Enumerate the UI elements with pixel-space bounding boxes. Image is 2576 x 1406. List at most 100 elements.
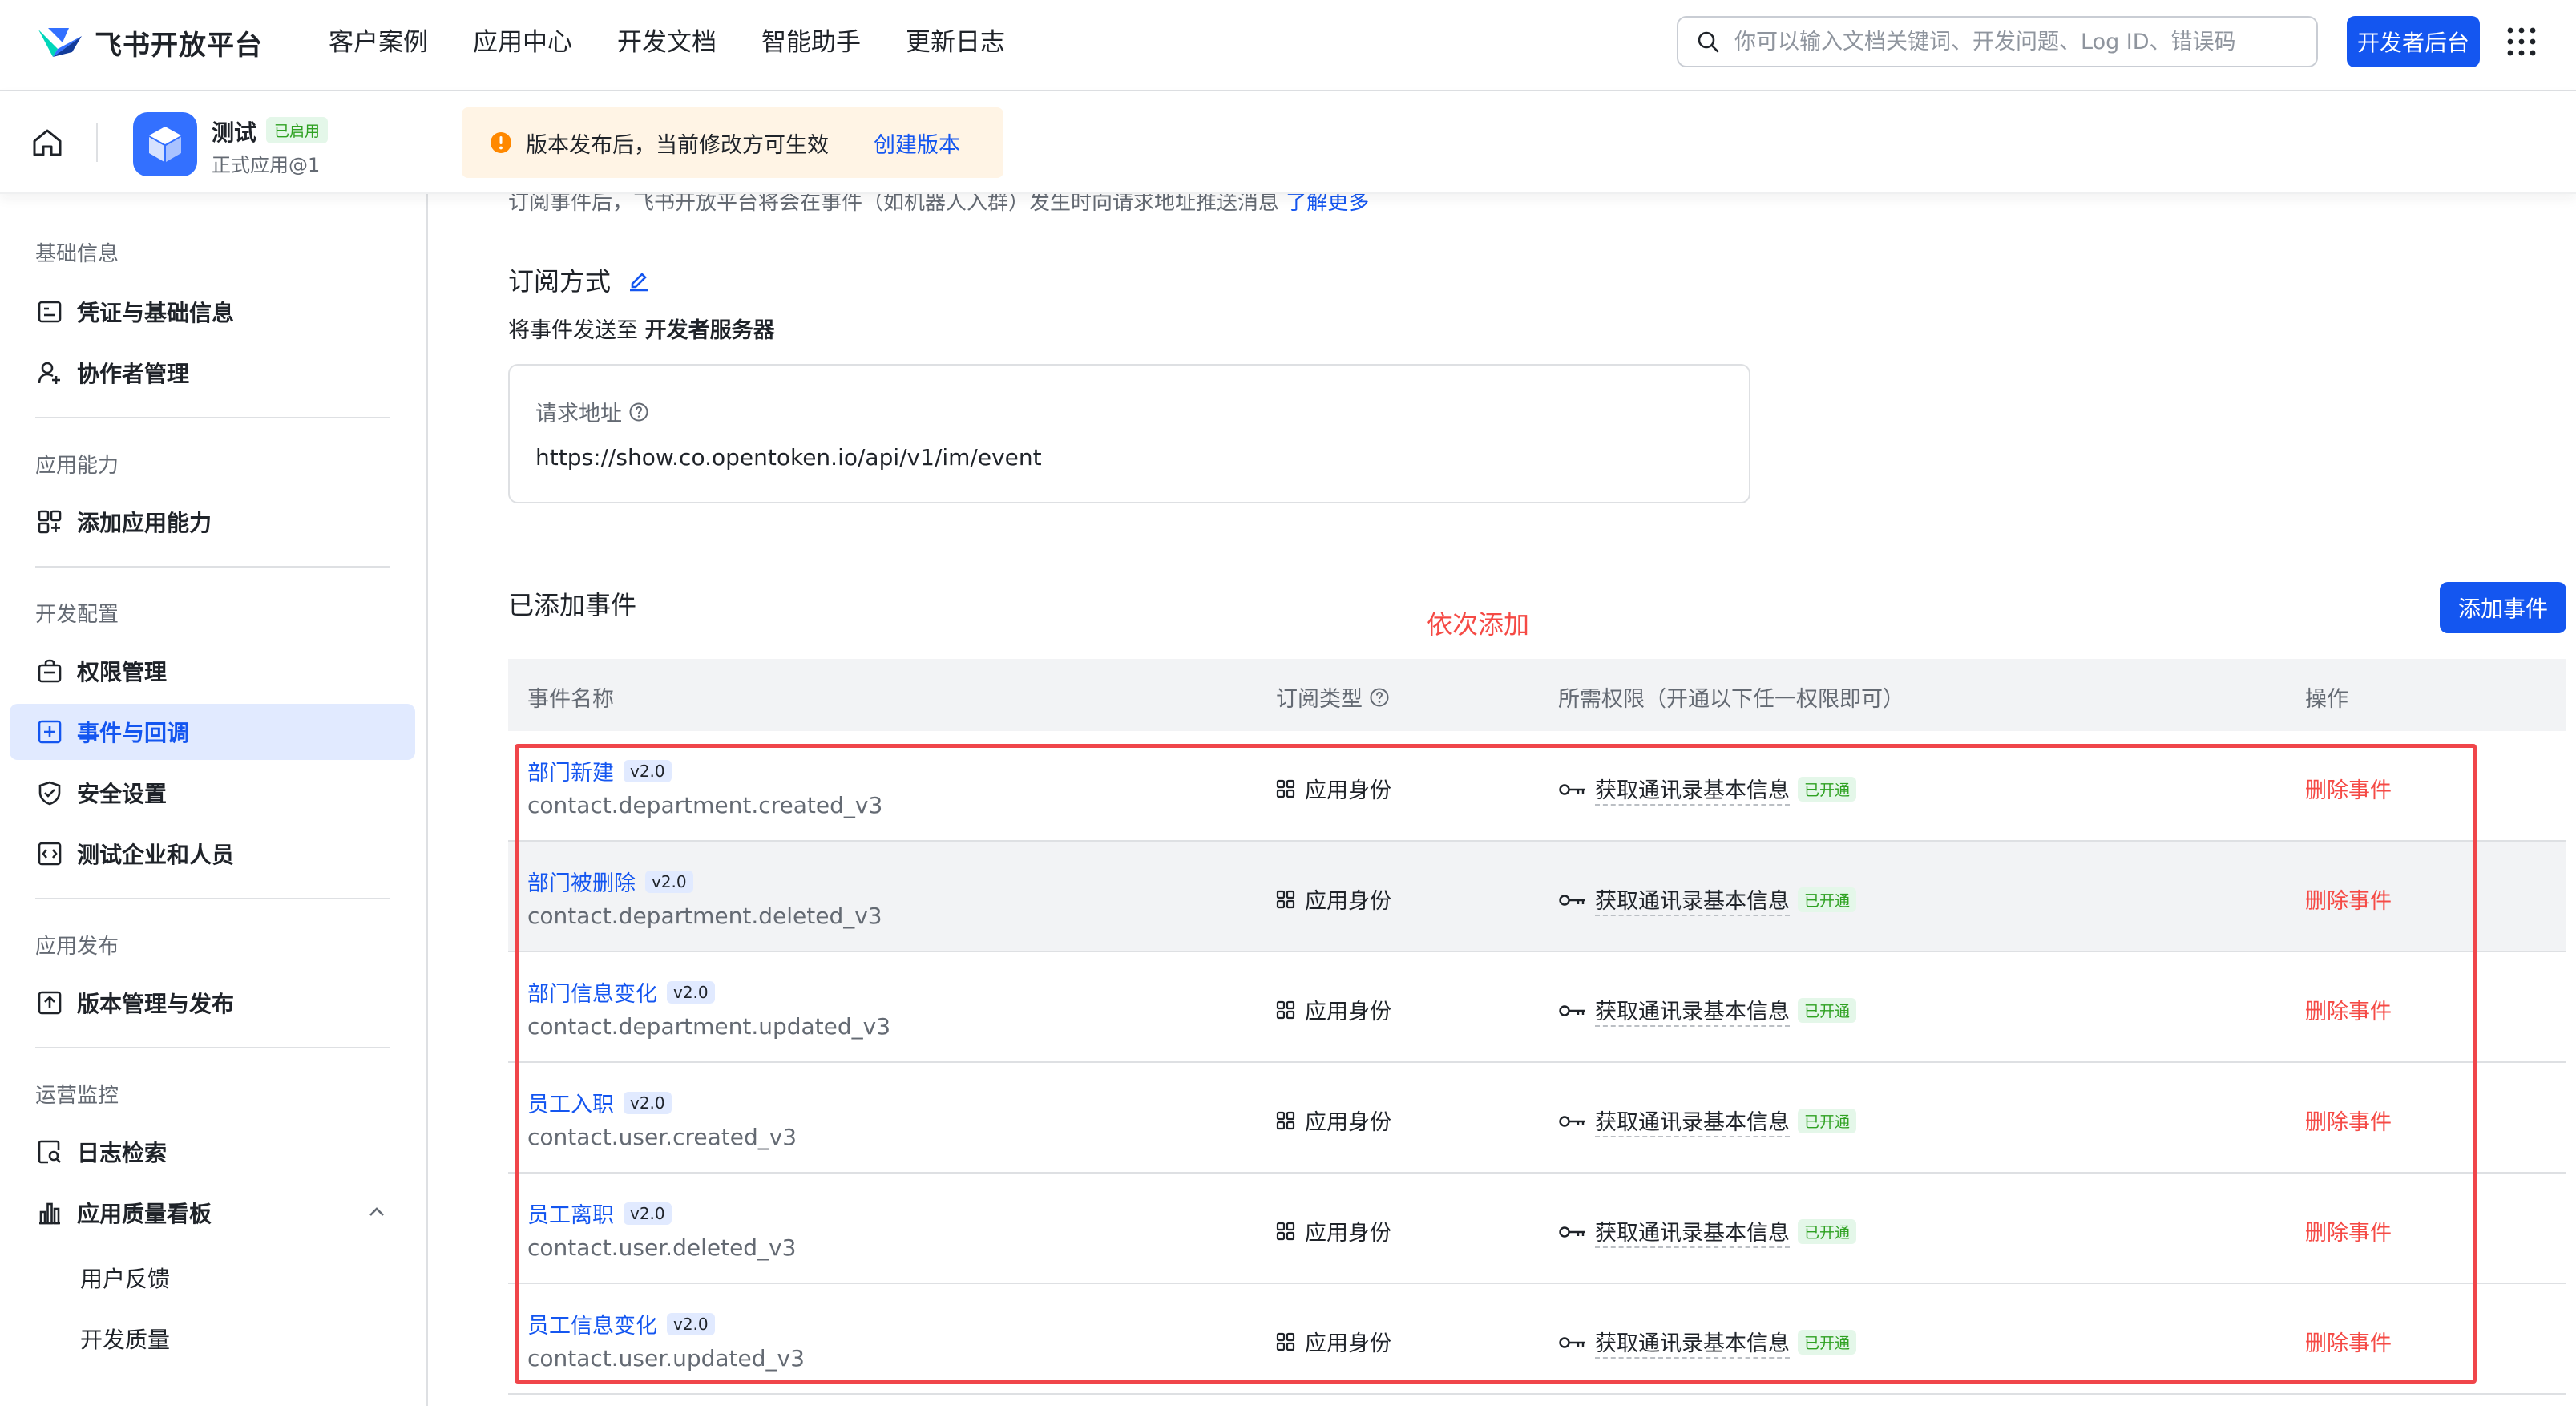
request-url-label: 请求地址 (535, 402, 622, 426)
search-input[interactable] (1733, 28, 2294, 55)
version-tag: v2.0 (667, 980, 715, 1004)
help-icon[interactable] (628, 402, 649, 422)
event-name-link[interactable]: 部门被删除 (527, 866, 636, 897)
delete-event-button[interactable]: 删除事件 (2305, 773, 2392, 804)
warning-icon (489, 131, 513, 155)
sidebar-item-credentials[interactable]: 凭证与基础信息 (10, 284, 415, 340)
sidebar-item-collaborators[interactable]: 协作者管理 (10, 345, 415, 401)
developer-console-button[interactable]: 开发者后台 (2347, 16, 2480, 67)
permission-cell: 获取通讯录基本信息 已开通 (1558, 1105, 1857, 1137)
subscription-type-cell: 应用身份 (1276, 773, 1391, 804)
sidebar-item-quality-dashboard[interactable]: 应用质量看板 (10, 1185, 415, 1241)
table-row: 部门新建 v2.0 contact.department.created_v3 … (508, 731, 2566, 842)
log-search-icon (37, 1139, 63, 1165)
table-row: 部门被删除 v2.0 contact.department.deleted_v3… (508, 842, 2566, 952)
search-box[interactable] (1677, 16, 2318, 67)
sidebar-subitem-feedback[interactable]: 用户反馈 (80, 1262, 170, 1294)
permission-status-badge: 已开通 (1798, 1330, 1857, 1355)
event-key: contact.user.created_v3 (527, 1124, 797, 1150)
send-target: 开发者服务器 (644, 318, 775, 343)
event-name-cell: 员工离职 v2.0 (527, 1198, 672, 1229)
logo[interactable]: 飞书开放平台 (37, 18, 263, 67)
subscribe-method-label: 订阅方式 (508, 266, 612, 297)
header-actions: 操作 (2305, 687, 2348, 712)
app-identity-icon (1276, 1000, 1295, 1020)
permission-name[interactable]: 获取通讯录基本信息 (1595, 883, 1790, 916)
permission-icon (37, 658, 63, 684)
learn-more-link[interactable]: 了解更多 (1286, 191, 1369, 215)
table-row: 部门信息变化 v2.0 contact.department.updated_v… (508, 952, 2566, 1063)
menu-changelog[interactable]: 更新日志 (906, 24, 1005, 61)
permission-name[interactable]: 获取通讯录基本信息 (1595, 1215, 1790, 1248)
logo-text: 飞书开放平台 (95, 29, 263, 62)
permission-name[interactable]: 获取通讯录基本信息 (1595, 1105, 1790, 1137)
delete-event-button[interactable]: 删除事件 (2305, 1215, 2392, 1246)
chevron-up-icon[interactable] (367, 1204, 386, 1220)
sidebar-item-label: 权限管理 (77, 659, 168, 685)
event-name-link[interactable]: 部门新建 (527, 755, 614, 786)
user-add-icon (37, 360, 63, 386)
intro-text-body: 订阅事件后，飞书开放平台将会在事件（如机器人入群）发生时向请求地址推送消息 (508, 191, 1280, 215)
delete-event-button[interactable]: 删除事件 (2305, 1326, 2392, 1357)
table-header: 事件名称 订阅类型 所需权限（开通以下任一权限即可） 操作 (508, 659, 2566, 731)
subscribe-method-title: 订阅方式 (508, 261, 651, 298)
sidebar-item-test-users[interactable]: 测试企业和人员 (10, 826, 415, 882)
search-icon (1696, 30, 1720, 54)
header-event-name: 事件名称 (527, 687, 614, 712)
permission-name[interactable]: 获取通讯录基本信息 (1595, 773, 1790, 806)
delete-event-button[interactable]: 删除事件 (2305, 994, 2392, 1025)
event-key: contact.department.created_v3 (527, 792, 883, 818)
event-name-link[interactable]: 员工入职 (527, 1087, 614, 1118)
credential-icon (37, 299, 63, 325)
add-event-button[interactable]: 添加事件 (2440, 582, 2566, 633)
app-identity-icon (1276, 779, 1295, 798)
permission-status-badge: 已开通 (1798, 887, 1857, 912)
create-version-link[interactable]: 创建版本 (874, 127, 960, 159)
table-body: 部门新建 v2.0 contact.department.created_v3 … (508, 731, 2566, 1395)
request-url-value[interactable]: https://show.co.opentoken.io/api/v1/im/e… (535, 444, 1042, 471)
home-icon[interactable] (30, 127, 64, 159)
event-key: contact.department.updated_v3 (527, 1013, 891, 1040)
app-avatar[interactable] (133, 112, 197, 176)
sidebar-item-version-release[interactable]: 版本管理与发布 (10, 975, 415, 1031)
sidebar-item-label: 测试企业和人员 (77, 842, 235, 868)
menu-dev-docs[interactable]: 开发文档 (617, 24, 717, 61)
delete-event-button[interactable]: 删除事件 (2305, 1105, 2392, 1136)
sidebar-divider (35, 898, 390, 899)
key-icon (1558, 1113, 1587, 1129)
delete-event-button[interactable]: 删除事件 (2305, 883, 2392, 915)
permission-cell: 获取通讯录基本信息 已开通 (1558, 883, 1857, 916)
event-name-link[interactable]: 员工离职 (527, 1198, 614, 1229)
sidebar-subitem-dev-quality[interactable]: 开发质量 (80, 1323, 170, 1355)
sidebar-item-permissions[interactable]: 权限管理 (10, 643, 415, 699)
event-name-link[interactable]: 员工信息变化 (527, 1308, 657, 1339)
sidebar-item-log-search[interactable]: 日志检索 (10, 1124, 415, 1180)
apps-grid-icon[interactable] (2505, 26, 2538, 58)
subscription-type-cell: 应用身份 (1276, 1105, 1391, 1136)
event-name-cell: 部门新建 v2.0 (527, 755, 672, 786)
header-divider (96, 123, 98, 162)
sidebar-divider (35, 566, 390, 568)
app-version: 正式应用@1 (212, 154, 321, 176)
edit-icon[interactable] (627, 268, 651, 292)
event-name-link[interactable]: 部门信息变化 (527, 976, 657, 1008)
permission-status-badge: 已开通 (1798, 777, 1857, 802)
added-events-title: 已添加事件 (508, 590, 637, 620)
chart-icon (37, 1200, 63, 1226)
key-icon (1558, 782, 1587, 798)
permission-status-badge: 已开通 (1798, 998, 1857, 1023)
app-ability-icon (37, 509, 63, 535)
permission-name[interactable]: 获取通讯录基本信息 (1595, 994, 1790, 1027)
app-status-badge: 已启用 (266, 117, 329, 143)
menu-customer-cases[interactable]: 客户案例 (329, 24, 428, 61)
permission-name[interactable]: 获取通讯录基本信息 (1595, 1326, 1790, 1359)
app-identity-icon (1276, 1111, 1295, 1130)
subscription-type-label: 应用身份 (1305, 1110, 1391, 1135)
sidebar-item-add-ability[interactable]: 添加应用能力 (10, 494, 415, 550)
help-icon[interactable] (1369, 687, 1390, 708)
menu-app-center[interactable]: 应用中心 (473, 24, 572, 61)
menu-ai-assistant[interactable]: 智能助手 (761, 24, 861, 61)
sidebar-item-events-callbacks[interactable]: 事件与回调 (10, 704, 415, 760)
sidebar-item-security[interactable]: 安全设置 (10, 765, 415, 821)
annotation-text: 依次添加 (1427, 609, 1530, 640)
